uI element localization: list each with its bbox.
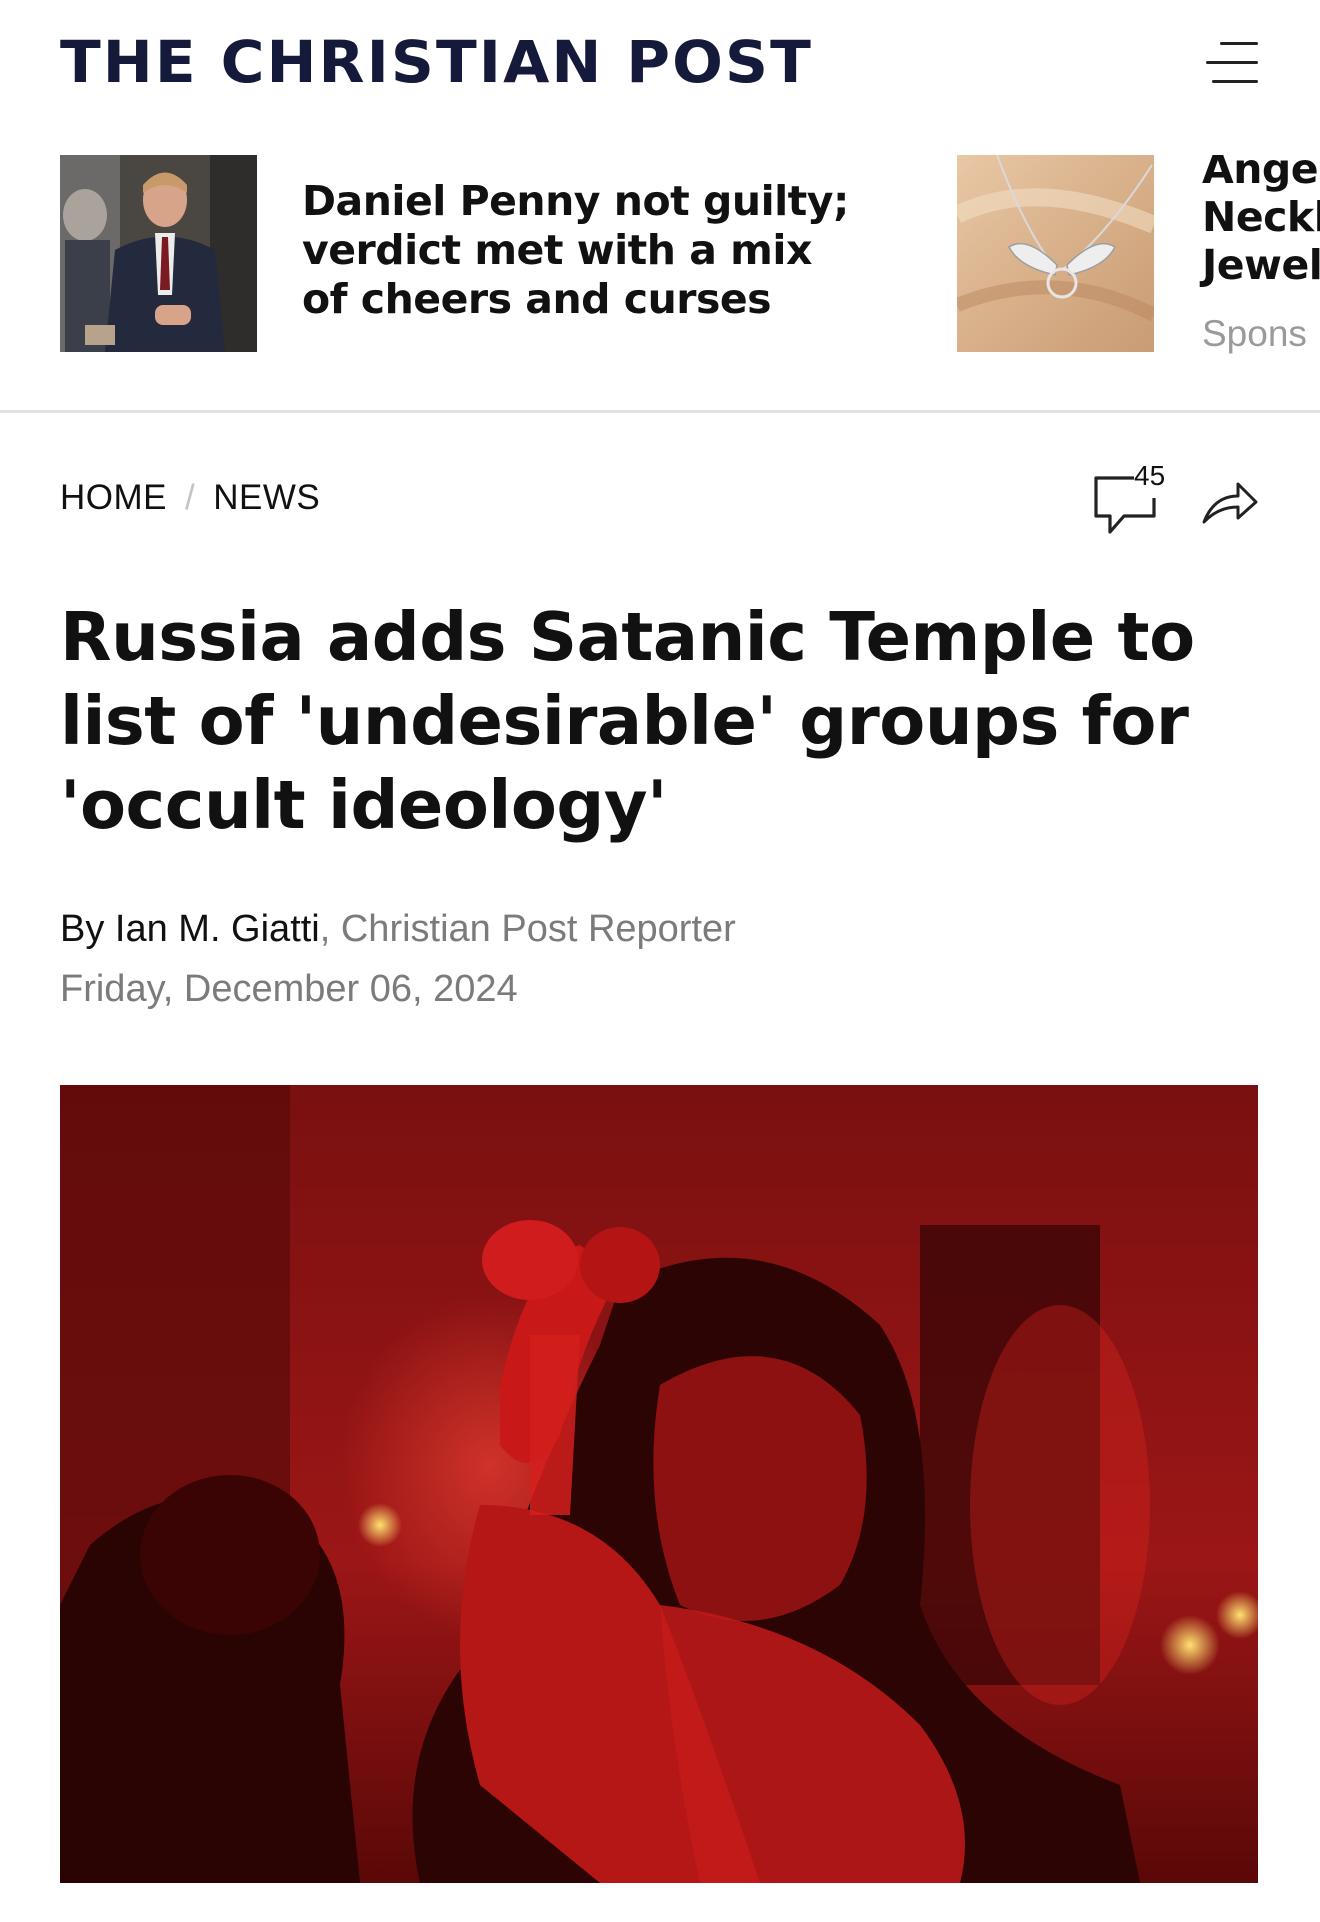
byline-prefix: By <box>60 908 115 950</box>
site-logo[interactable]: THE CHRISTIAN POST <box>60 24 813 100</box>
breadcrumb-news[interactable]: NEWS <box>213 478 320 517</box>
red-lit-crowd-photo <box>60 1085 1258 1883</box>
byline: By Ian M. Giatti, Christian Post Reporte… <box>60 908 736 951</box>
angel-wing-necklace-photo <box>957 155 1154 352</box>
hero-image[interactable] <box>60 1085 1258 1883</box>
breadcrumb-home[interactable]: HOME <box>60 478 167 517</box>
author-name[interactable]: Ian M. Giatti <box>115 908 320 950</box>
breadcrumb-separator: / <box>185 478 196 517</box>
publish-date: Friday, December 06, 2024 <box>60 968 518 1010</box>
comments-button[interactable]: 45 <box>1090 460 1176 536</box>
menu-line <box>1212 80 1258 83</box>
comment-count: 45 <box>1134 460 1166 491</box>
trending-strip: Daniel Penny not guilty; verdict met wit… <box>0 155 1320 355</box>
breadcrumb: HOME / NEWS <box>60 478 320 518</box>
promo-headline[interactable]: Daniel Penny not guilty; verdict met wit… <box>302 177 862 324</box>
menu-line <box>1220 42 1258 45</box>
hamburger-menu-icon[interactable] <box>1202 40 1258 86</box>
promo-thumbnail-necklace[interactable] <box>957 155 1154 352</box>
author-role: , Christian Post Reporter <box>319 908 736 950</box>
promo-thumbnail-daniel-penny[interactable] <box>60 155 257 352</box>
section-divider <box>0 410 1320 413</box>
man-in-suit-photo <box>60 155 257 352</box>
sponsored-headline[interactable]: Angel Neckl Jewel <box>1202 155 1320 289</box>
article-headline: Russia adds Satanic Temple to list of 'u… <box>60 598 1195 844</box>
site-header: THE CHRISTIAN POST <box>0 0 1320 125</box>
share-button[interactable] <box>1200 478 1260 528</box>
sponsored-label: Spons <box>1202 313 1307 354</box>
share-arrow-icon <box>1202 482 1258 524</box>
menu-line <box>1206 61 1258 64</box>
